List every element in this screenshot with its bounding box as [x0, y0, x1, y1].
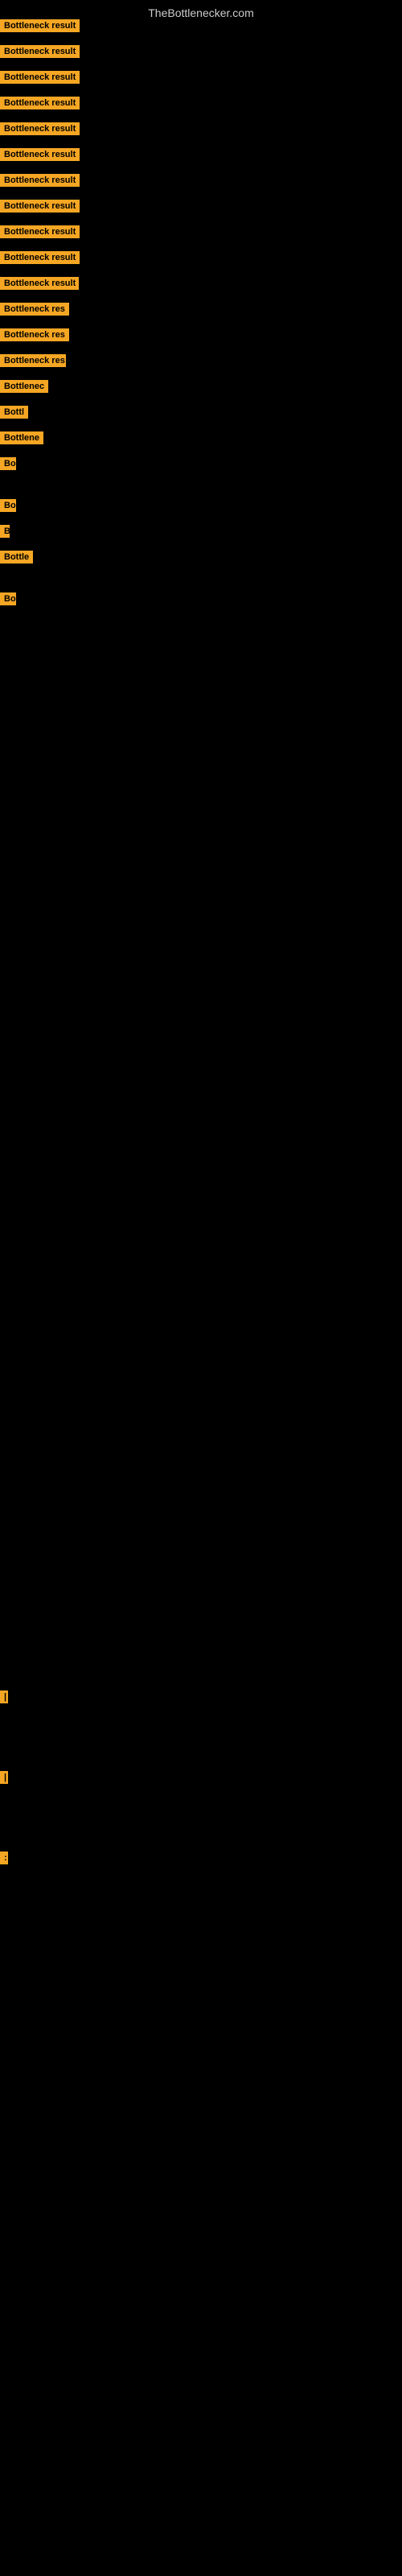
bottleneck-result-badge[interactable]: Bottleneck result [0, 174, 80, 187]
bottleneck-result-badge[interactable]: Bo [0, 592, 16, 605]
bottleneck-result-badge[interactable]: Bottlene [0, 431, 43, 444]
bottleneck-badge-wrapper: Bottleneck result [0, 19, 80, 36]
bottleneck-result-badge[interactable]: Bottleneck result [0, 122, 80, 135]
bottleneck-badge-wrapper: Bottlene [0, 431, 43, 448]
bottleneck-badge-wrapper: Bottleneck result [0, 71, 80, 88]
bottleneck-badge-wrapper: Bottleneck result [0, 200, 80, 217]
bottleneck-badge-wrapper: Bottleneck result [0, 122, 80, 139]
bottleneck-badge-wrapper: : [0, 1852, 5, 1868]
bottleneck-badge-wrapper: Bottleneck result [0, 174, 80, 191]
bottleneck-badge-wrapper: Bo [0, 457, 16, 474]
bottleneck-badge-wrapper: Bottleneck result [0, 251, 80, 268]
bottleneck-badge-wrapper: Bottl [0, 406, 28, 423]
bottleneck-result-badge[interactable]: Bo [0, 457, 16, 470]
bottleneck-badge-wrapper: Bottleneck result [0, 148, 80, 165]
bottleneck-result-badge[interactable]: Bottleneck result [0, 148, 80, 161]
bottleneck-badge-wrapper: Bottleneck result [0, 45, 80, 62]
bottleneck-result-badge[interactable]: Bottleneck result [0, 200, 80, 213]
bottleneck-result-badge[interactable]: Bottleneck res [0, 328, 69, 341]
bottleneck-result-badge[interactable]: Bottleneck result [0, 71, 80, 84]
bottleneck-result-badge[interactable]: Bottleneck result [0, 277, 79, 290]
bottleneck-badge-wrapper: | [0, 1771, 5, 1788]
bottleneck-badge-wrapper: Bottleneck result [0, 225, 80, 242]
bottleneck-result-badge[interactable]: | [0, 1690, 8, 1703]
bottleneck-result-badge[interactable]: Bottleneck result [0, 45, 80, 58]
bottleneck-result-badge[interactable]: Bottleneck result [0, 97, 80, 109]
bottleneck-badge-wrapper: Bottle [0, 551, 33, 568]
bottleneck-result-badge[interactable]: Bo [0, 499, 16, 512]
bottleneck-result-badge[interactable]: Bottleneck res [0, 303, 69, 316]
bottleneck-result-badge[interactable]: Bottlenec [0, 380, 48, 393]
bottleneck-result-badge[interactable]: Bottleneck result [0, 225, 80, 238]
bottleneck-badge-wrapper: Bottleneck result [0, 277, 79, 294]
bottleneck-badge-wrapper: Bo [0, 499, 16, 516]
bottleneck-badge-wrapper: Bottlenec [0, 380, 48, 397]
bottleneck-result-badge[interactable]: Bottleneck result [0, 251, 80, 264]
bottleneck-badge-wrapper: | [0, 1690, 5, 1707]
bottleneck-badge-wrapper: Bottleneck res [0, 354, 66, 371]
bottleneck-badge-wrapper: Bottleneck res [0, 328, 69, 345]
bottleneck-badge-wrapper: B [0, 525, 10, 542]
bottleneck-badge-wrapper: Bottleneck res [0, 303, 69, 320]
bottleneck-badge-wrapper: Bottleneck result [0, 97, 80, 114]
bottleneck-result-badge[interactable]: Bottleneck result [0, 19, 80, 32]
bottleneck-badge-wrapper: Bo [0, 592, 16, 609]
bottleneck-result-badge[interactable]: Bottleneck res [0, 354, 66, 367]
bottleneck-result-badge[interactable]: Bottle [0, 551, 33, 564]
bottleneck-result-badge[interactable]: Bottl [0, 406, 28, 419]
bottleneck-result-badge[interactable]: B [0, 525, 10, 538]
bottleneck-result-badge[interactable]: | [0, 1771, 8, 1784]
bottleneck-result-badge[interactable]: : [0, 1852, 8, 1864]
